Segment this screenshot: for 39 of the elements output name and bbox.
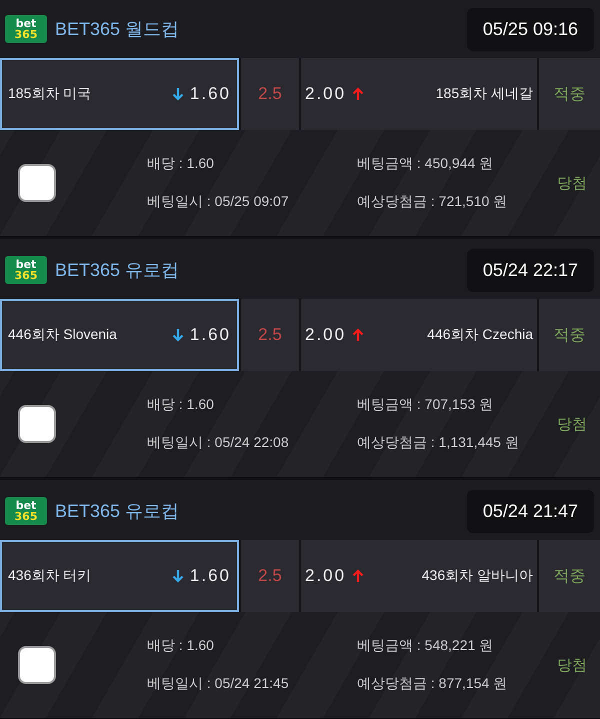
bet-info-text: 베팅금액 : 707,153 원: [357, 396, 494, 414]
bet-info-text: 베팅일시 : 05/24 21:45: [147, 675, 290, 693]
checkbox[interactable]: [18, 646, 56, 684]
league-title: BET365 유로컵: [55, 259, 180, 282]
bet-info-text: 예상당첨금 : 1,131,445 원: [357, 434, 520, 452]
bet365-logo: bet 365: [5, 497, 47, 525]
match-time: 05/24 21:47: [466, 490, 594, 532]
bet-info-text: 베팅일시 : 05/25 09:07: [147, 193, 290, 211]
match-time: 05/24 22:17: [466, 248, 594, 292]
match-time: 05/25 09:16: [466, 8, 594, 50]
status-label: 당첨: [557, 414, 587, 434]
status-label: 당첨: [557, 174, 587, 192]
handicap-value: 2.5: [241, 58, 299, 130]
home-odds-button[interactable]: 446회차 Slovenia 1.60: [0, 299, 239, 371]
home-odds-button[interactable]: 185회차 미국 1.60: [0, 58, 239, 130]
handicap-value: 2.5: [241, 540, 299, 612]
league-title: BET365 유로컵: [55, 500, 180, 523]
bet-info-text: 배당 : 1.60: [147, 396, 215, 414]
handicap-value: 2.5: [241, 299, 299, 371]
away-odds-button[interactable]: 2.00 185회차 세네갈: [301, 58, 537, 130]
bet365-logo: bet 365: [5, 256, 47, 284]
bet365-logo: bet 365: [5, 15, 47, 43]
bet-info-text: 베팅금액 : 548,221 원: [357, 637, 494, 655]
bet-info-text: 예상당첨금 : 721,510 원: [357, 193, 508, 211]
bet-info-text: 예상당첨금 : 877,154 원: [357, 675, 508, 693]
away-odds-button[interactable]: 2.00 446회차 Czechia: [301, 299, 537, 371]
bet-info-text: 베팅금액 : 450,944 원: [357, 155, 494, 173]
bet-info-text: 베팅일시 : 05/24 22:08: [147, 434, 290, 452]
away-odds-button[interactable]: 2.00 436회차 알바니아: [301, 540, 537, 612]
home-odds-button[interactable]: 436회차 터키 1.60: [0, 540, 239, 612]
result-label: 적중: [539, 540, 600, 612]
checkbox[interactable]: [18, 405, 56, 443]
result-label: 적중: [539, 299, 600, 371]
result-label: 적중: [539, 58, 600, 130]
bet-info-text: 배당 : 1.60: [147, 637, 215, 655]
league-title: BET365 월드컵: [55, 18, 180, 41]
checkbox[interactable]: [18, 164, 56, 202]
status-label: 당첨: [557, 656, 587, 674]
bet-info-text: 배당 : 1.60: [147, 155, 215, 173]
